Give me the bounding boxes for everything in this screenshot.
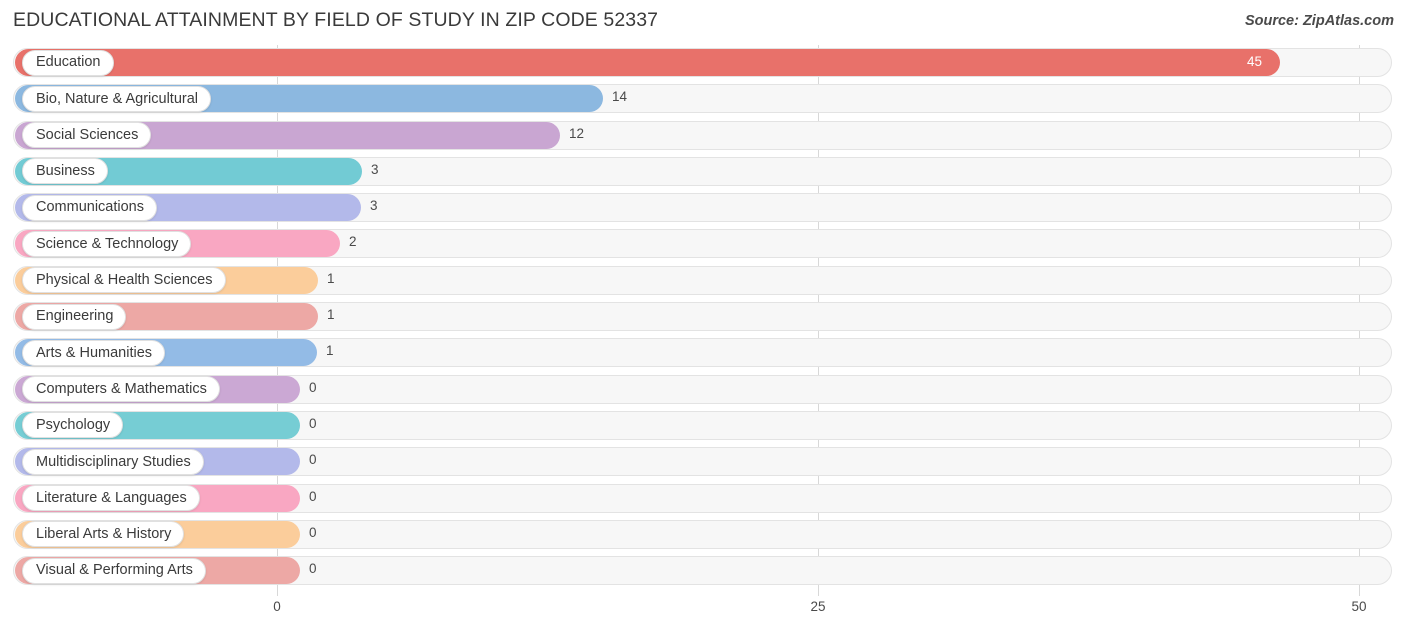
bar-category-pill: Visual & Performing Arts [22,557,206,584]
bar-category-pill: Business [22,158,108,185]
bar-value-label: 0 [309,561,317,577]
bar-category-label: Computers & Mathematics [36,380,207,397]
bar-category-label: Arts & Humanities [36,344,153,361]
bar-row[interactable]: Literature & Languages 0 [0,481,1406,517]
bar-category-label: Science & Technology [36,235,179,252]
bar-row[interactable]: Visual & Performing Arts 0 [0,553,1406,589]
x-axis: 0 25 50 [0,596,1406,631]
bar-category-label: Social Sciences [36,126,139,143]
bar-value-label: 1 [327,307,335,323]
bar-value-label: 0 [309,524,317,540]
bar-category-label: Liberal Arts & History [36,526,172,543]
bar-value-label: 3 [370,198,378,214]
bar-category-pill: Physical & Health Sciences [22,267,226,294]
bar-row[interactable]: Physical & Health Sciences 1 [0,263,1406,299]
bar-category-pill: Multidisciplinary Studies [22,448,204,475]
bar-category-pill: Psychology [22,412,124,439]
bar-value-label: 0 [309,488,317,504]
bar-value-label: 0 [309,379,317,395]
bar-category-label: Psychology [36,417,111,434]
bar-value-label: 1 [327,270,335,286]
x-axis-tick: 25 [810,599,826,614]
bar-category-pill: Engineering [22,303,127,330]
bar-row[interactable]: Bio, Nature & Agricultural 14 [0,81,1406,117]
bar-row[interactable]: Liberal Arts & History 0 [0,517,1406,553]
bar-category-pill: Literature & Languages [22,485,200,512]
chart-plot-area: Education 45 Bio, Nature & Agricultural 14 S… [0,45,1406,596]
bar-category-label: Business [36,163,95,180]
bar-value-label: 45 [1247,53,1263,69]
bar-category-label: Literature & Languages [36,489,187,506]
bar-category-pill: Communications [22,194,157,221]
bar-category-pill: Computers & Mathematics [22,376,220,403]
bar-value-label: 2 [349,234,357,250]
page-title: EDUCATIONAL ATTAINMENT BY FIELD OF STUDY… [13,9,659,31]
bar-category-label: Communications [36,199,144,216]
bar-rows: Education 45 Bio, Nature & Agricultural 14 S… [0,45,1406,589]
bar-fill[interactable] [15,49,1280,76]
bar-row[interactable]: Engineering 1 [0,299,1406,335]
bar-row[interactable]: Science & Technology 2 [0,226,1406,262]
bar-value-label: 1 [326,343,334,359]
source-attribution: Source: ZipAtlas.com [1244,13,1394,29]
bar-row[interactable]: Communications 3 [0,190,1406,226]
bar-category-pill: Education [22,49,114,76]
x-axis-tick: 50 [1351,599,1367,614]
bar-category-pill: Bio, Nature & Agricultural [22,85,211,112]
bar-category-label: Education [36,54,101,71]
bar-row[interactable]: Business 3 [0,154,1406,190]
bar-value-label: 0 [309,415,317,431]
bar-row[interactable]: Social Sciences 12 [0,118,1406,154]
bar-category-label: Visual & Performing Arts [36,562,193,579]
bar-category-label: Engineering [36,308,114,325]
bar-value-label: 12 [569,125,585,141]
bar-category-label: Multidisciplinary Studies [36,453,191,470]
bar-row[interactable]: Computers & Mathematics 0 [0,372,1406,408]
bar-category-label: Physical & Health Sciences [36,272,213,289]
bar-category-pill: Social Sciences [22,122,152,149]
bar-row[interactable]: Psychology 0 [0,408,1406,444]
bar-value-label: 0 [309,452,317,468]
bar-category-pill: Science & Technology [22,230,192,257]
bar-row[interactable]: Multidisciplinary Studies 0 [0,444,1406,480]
bar-category-pill: Liberal Arts & History [22,521,185,548]
bar-value-label: 3 [371,161,379,177]
bar-row[interactable]: Arts & Humanities 1 [0,335,1406,371]
x-axis-tick: 0 [273,599,281,614]
bar-value-label: 14 [612,89,628,105]
bar-row[interactable]: Education 45 [0,45,1406,81]
bar-category-pill: Arts & Humanities [22,339,166,366]
bar-category-label: Bio, Nature & Agricultural [36,90,198,107]
chart-header: EDUCATIONAL ATTAINMENT BY FIELD OF STUDY… [0,0,1406,45]
